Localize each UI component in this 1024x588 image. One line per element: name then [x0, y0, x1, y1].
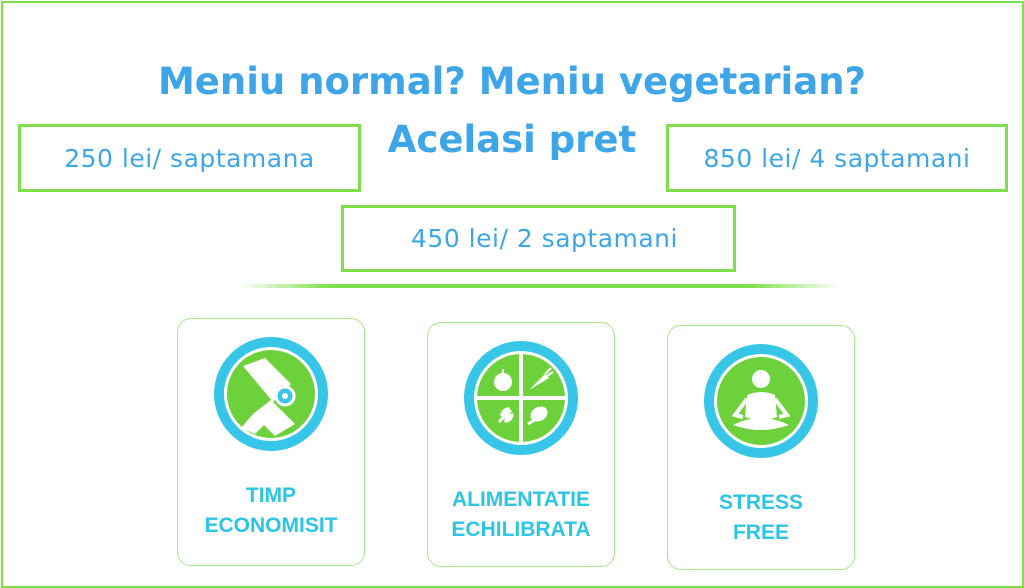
price-weekly: 250 lei/ saptamana [18, 124, 361, 192]
feature-label: TIMP ECONOMISIT [178, 481, 364, 541]
feature-label-line-1: ALIMENTATIE [451, 488, 591, 511]
feature-label: STRESS FREE [668, 488, 854, 548]
feature-label-line-1: STRESS [718, 491, 804, 514]
feature-card-stress-free: STRESS FREE [667, 325, 855, 570]
balanced-plate-icon [463, 340, 579, 456]
meditation-icon [703, 343, 819, 459]
price-two-weeks: 450 lei/ 2 saptamani [341, 205, 736, 272]
feature-label-line-2: FREE [732, 521, 789, 544]
feature-label: ALIMENTATIE ECHILIBRATA [428, 485, 614, 545]
watch-hand-icon [213, 336, 329, 452]
headline-line-1: Meniu normal? Meniu vegetarian? [157, 60, 867, 103]
divider-line [240, 284, 840, 288]
feature-card-time-saved: TIMP ECONOMISIT [177, 318, 365, 566]
price-four-weeks: 850 lei/ 4 saptamani [666, 124, 1008, 192]
feature-label-line-2: ECHILIBRATA [451, 518, 591, 541]
feature-label-line-1: TIMP [245, 484, 297, 507]
feature-label-line-2: ECONOMISIT [204, 514, 338, 537]
feature-card-balanced-diet: ALIMENTATIE ECHILIBRATA [427, 322, 615, 567]
